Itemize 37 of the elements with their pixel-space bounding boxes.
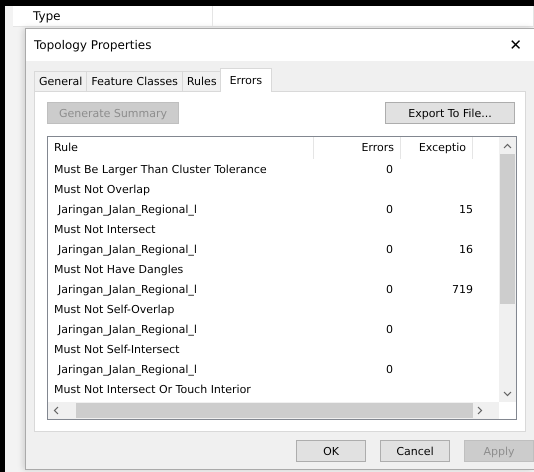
cancel-button[interactable]: Cancel — [380, 440, 450, 462]
scrollbar-thumb[interactable] — [500, 154, 515, 304]
column-header[interactable]: Rule — [48, 137, 314, 159]
layer-name: Jaringan_Jalan_Regional_l — [56, 242, 198, 256]
rule-name: Must Not Intersect Or Touch Interior — [53, 382, 252, 396]
scroll-left-icon[interactable] — [53, 406, 59, 415]
exception-count: 15 — [458, 202, 473, 216]
close-button[interactable]: ✕ — [497, 30, 534, 60]
scroll-right-icon[interactable] — [477, 406, 483, 415]
scrollbar-thumb[interactable] — [76, 403, 473, 418]
error-count: 0 — [385, 362, 394, 376]
rule-name: Must Not Intersect — [53, 222, 156, 236]
error-count: 0 — [385, 282, 394, 296]
exception-count: 719 — [451, 282, 473, 296]
column-header[interactable]: Errors — [314, 137, 401, 159]
scroll-down-icon[interactable] — [503, 391, 512, 397]
layer-name: Jaringan_Jalan_Regional_l — [56, 362, 198, 376]
layer-name: Jaringan_Jalan_Regional_l — [56, 322, 198, 336]
rule-name: Must Be Larger Than Cluster Tolerance — [53, 162, 268, 176]
scroll-up-icon[interactable] — [503, 143, 512, 149]
export-button[interactable]: Export To File... — [385, 102, 515, 124]
error-count: 0 — [385, 162, 394, 176]
window-title: Topology Properties — [34, 38, 152, 52]
tab[interactable]: General — [34, 71, 88, 91]
ok-button[interactable]: OK — [296, 440, 366, 462]
layer-name: Jaringan_Jalan_Regional_l — [56, 282, 198, 296]
error-count: 0 — [385, 322, 394, 336]
tab[interactable]: Errors — [220, 68, 272, 92]
error-count: 0 — [385, 202, 394, 216]
exception-count: 16 — [458, 242, 473, 256]
column-header[interactable]: Exceptio — [401, 137, 473, 159]
rule-name: Must Not Have Dangles — [53, 262, 184, 276]
rule-name: Must Not Self-Overlap — [53, 302, 176, 316]
error-count: 0 — [385, 242, 394, 256]
rule-name: Must Not Overlap — [53, 182, 152, 196]
rule-name: Must Not Self-Intersect — [53, 342, 180, 356]
layer-name: Jaringan_Jalan_Regional_l — [56, 202, 198, 216]
